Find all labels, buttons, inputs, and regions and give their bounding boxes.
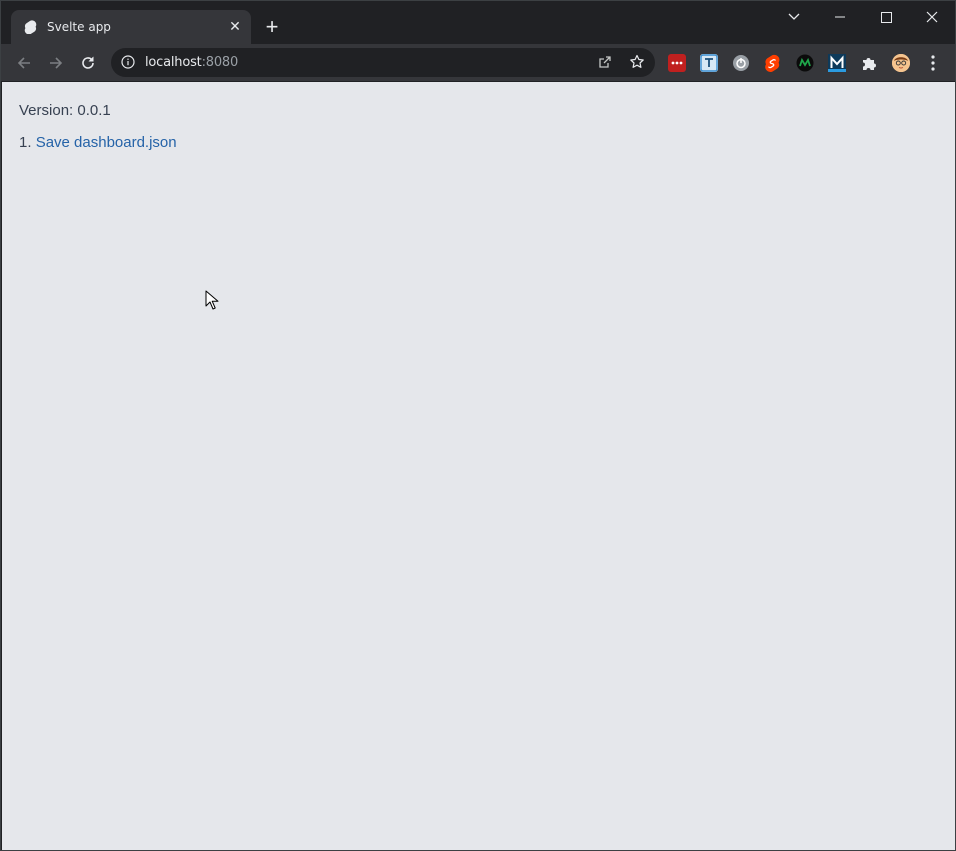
tab-title: Svelte app bbox=[47, 20, 111, 34]
close-window-button[interactable] bbox=[909, 1, 955, 33]
mouse-cursor-icon bbox=[205, 290, 219, 310]
svelte-s-icon bbox=[765, 54, 780, 72]
url-host: localhost bbox=[145, 55, 202, 70]
t-letter-icon bbox=[700, 54, 718, 72]
address-bar[interactable]: localhost:8080 bbox=[111, 48, 655, 77]
url-port: :8080 bbox=[201, 55, 239, 70]
extensions-button[interactable] bbox=[860, 54, 878, 72]
mantis-logo-icon bbox=[796, 54, 814, 72]
tab-search-button[interactable] bbox=[771, 1, 817, 33]
tab-svelte-app[interactable]: Svelte app ✕ bbox=[11, 10, 251, 44]
list-item: 1. Save dashboard.json bbox=[19, 134, 177, 151]
kebab-menu-icon[interactable] bbox=[925, 54, 941, 72]
arrow-right-icon bbox=[50, 57, 63, 69]
reload-button[interactable] bbox=[76, 51, 100, 75]
page-content: Version: 0.0.1 1. Save dashboard.json bbox=[2, 82, 955, 850]
new-tab-button[interactable]: + bbox=[262, 16, 282, 38]
chevron-down-icon bbox=[788, 13, 800, 20]
minimize-icon bbox=[835, 16, 845, 18]
minimize-button[interactable] bbox=[817, 1, 863, 33]
profile-avatar[interactable] bbox=[892, 54, 910, 72]
share-icon[interactable] bbox=[597, 54, 613, 70]
power-circle-icon bbox=[733, 55, 749, 71]
back-button[interactable] bbox=[12, 51, 36, 75]
m-letter-icon bbox=[828, 54, 846, 72]
reload-icon bbox=[82, 56, 94, 69]
browser-toolbar: localhost:8080 bbox=[1, 44, 955, 81]
url-text: localhost:8080 bbox=[145, 55, 238, 70]
timer-icon[interactable] bbox=[732, 54, 750, 72]
tab-strip: Svelte app ✕ + bbox=[1, 1, 955, 44]
star-icon[interactable] bbox=[629, 54, 645, 70]
arrow-left-icon bbox=[17, 57, 30, 69]
maximize-icon bbox=[880, 11, 892, 23]
lastpass-dots-icon bbox=[671, 61, 683, 65]
version-label: Version: 0.0.1 bbox=[19, 102, 111, 119]
browser-window: Svelte app ✕ + localhost:8080 Version: 0… bbox=[0, 0, 956, 851]
translate-icon[interactable] bbox=[700, 54, 718, 72]
puzzle-icon bbox=[863, 58, 876, 70]
close-tab-icon[interactable]: ✕ bbox=[227, 18, 243, 34]
mantis-icon[interactable] bbox=[796, 54, 814, 72]
m-icon[interactable] bbox=[828, 54, 846, 72]
close-icon bbox=[926, 11, 938, 23]
forward-button[interactable] bbox=[44, 51, 68, 75]
svelte-logo-icon bbox=[24, 20, 37, 34]
list-number: 1. bbox=[19, 134, 32, 151]
avatar-face-icon bbox=[892, 54, 910, 72]
save-dashboard-link[interactable]: Save dashboard.json bbox=[36, 134, 177, 151]
lastpass-icon[interactable] bbox=[668, 54, 686, 72]
maximize-button[interactable] bbox=[863, 1, 909, 33]
info-icon[interactable] bbox=[121, 55, 135, 69]
svelte-devtools-icon[interactable] bbox=[764, 54, 782, 72]
